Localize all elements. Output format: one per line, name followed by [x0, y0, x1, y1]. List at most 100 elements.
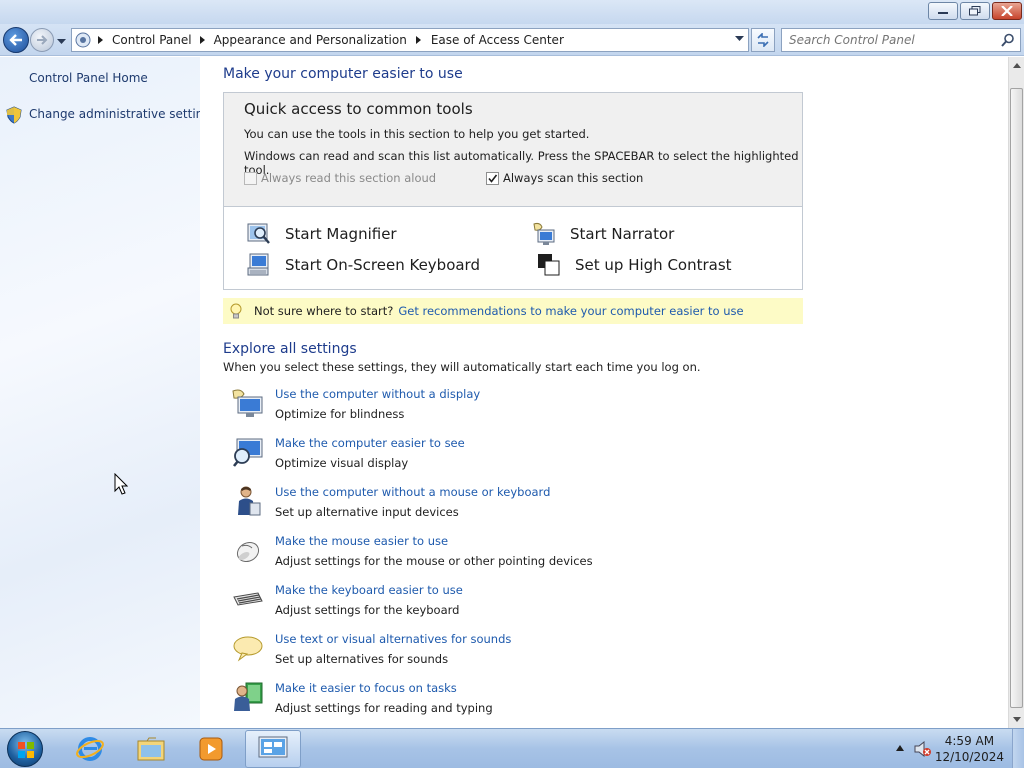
- get-recommendations-link[interactable]: Get recommendations to make your compute…: [398, 304, 743, 318]
- windows-logo-icon: [18, 742, 34, 758]
- start-button[interactable]: [7, 731, 43, 767]
- scan-section-checkbox[interactable]: Always scan this section: [486, 171, 643, 185]
- tool-label: Start Magnifier: [285, 225, 397, 243]
- scroll-up-button[interactable]: [1009, 57, 1024, 74]
- refresh-icon: [757, 33, 769, 47]
- media-player-icon: [199, 737, 223, 761]
- breadcrumb-control-panel[interactable]: Control Panel: [112, 33, 192, 47]
- search-input[interactable]: [782, 29, 992, 51]
- main-content: Make your computer easier to use Quick a…: [200, 57, 1008, 728]
- breadcrumb-label: Ease of Access Center: [430, 33, 564, 47]
- breadcrumb-appearance[interactable]: Appearance and Personalization: [214, 33, 407, 47]
- setting-link[interactable]: Make the mouse easier to use: [275, 534, 448, 548]
- scroll-down-button[interactable]: [1009, 711, 1024, 728]
- setting-link[interactable]: Use the computer without a mouse or keyb…: [275, 485, 550, 499]
- volume-muted-icon[interactable]: [914, 741, 932, 757]
- setting-description: Adjust settings for the mouse or other p…: [275, 554, 593, 568]
- back-arrow-icon: [9, 34, 22, 46]
- navigation-bar: Control Panel Appearance and Personaliza…: [0, 24, 1024, 56]
- on-screen-keyboard-icon: [247, 253, 269, 276]
- high-contrast-icon: [538, 254, 560, 276]
- restore-icon: [969, 6, 981, 16]
- tool-label: Set up High Contrast: [575, 256, 732, 274]
- setting-link[interactable]: Use the computer without a display: [275, 387, 480, 401]
- recommendation-tip-bar: Not sure where to start? Get recommendat…: [223, 298, 803, 324]
- chevron-right-icon[interactable]: [415, 36, 422, 44]
- setting-description: Optimize for blindness: [275, 407, 405, 421]
- clock-date: 12/10/2024: [934, 750, 1004, 764]
- show-desktop-button[interactable]: [1012, 729, 1024, 768]
- start-narrator-link[interactable]: Start Narrator: [532, 222, 674, 246]
- setting-link[interactable]: Use text or visual alternatives for soun…: [275, 632, 511, 646]
- checkbox-box[interactable]: [244, 171, 257, 185]
- start-magnifier-link[interactable]: Start Magnifier: [247, 222, 397, 246]
- minimize-button[interactable]: [928, 2, 958, 20]
- quick-access-panel: Quick access to common tools You can use…: [223, 92, 803, 290]
- windows-explorer-icon: [137, 737, 165, 761]
- read-aloud-checkbox[interactable]: Always read this section aloud: [244, 171, 436, 185]
- control-panel-home-link[interactable]: Control Panel Home: [29, 71, 148, 85]
- setting-description: Optimize visual display: [275, 456, 409, 470]
- title-bar: [0, 0, 1024, 24]
- explore-settings-heading: Explore all settings: [223, 341, 357, 357]
- control-panel-icon: [258, 736, 288, 758]
- address-dropdown-icon[interactable]: [735, 36, 744, 42]
- chevron-down-icon: [57, 39, 66, 44]
- quick-access-header: Quick access to common tools You can use…: [224, 93, 802, 207]
- minimize-icon: [938, 12, 948, 14]
- no-display-icon: [232, 389, 263, 417]
- close-icon: [1001, 6, 1013, 16]
- focus-tasks-icon: [234, 682, 263, 711]
- refresh-button[interactable]: [751, 28, 775, 52]
- mouse-cursor-icon: [114, 473, 128, 495]
- speech-bubble-icon: [233, 636, 263, 662]
- start-on-screen-keyboard-link[interactable]: Start On-Screen Keyboard: [247, 253, 480, 277]
- clock-time: 4:59 AM: [944, 734, 995, 748]
- page-title: Make your computer easier to use: [223, 66, 463, 82]
- taskbar-media-player[interactable]: [183, 730, 239, 768]
- narrator-icon: [533, 222, 555, 245]
- recent-pages-dropdown[interactable]: [57, 34, 66, 48]
- scan-section-label: Always scan this section: [503, 171, 644, 185]
- clock[interactable]: 4:59 AM 12/10/2024: [935, 733, 1004, 765]
- setting-description: Set up alternatives for sounds: [275, 652, 449, 666]
- maximize-button[interactable]: [960, 2, 990, 20]
- back-button[interactable]: [3, 27, 29, 53]
- taskbar-internet-explorer[interactable]: [62, 730, 118, 768]
- setting-description: Adjust settings for the keyboard: [275, 603, 460, 617]
- chevron-right-icon: [98, 36, 103, 44]
- keyboard-icon: [233, 592, 263, 606]
- setting-link[interactable]: Make the computer easier to see: [275, 436, 465, 450]
- show-hidden-icons-icon[interactable]: [896, 745, 904, 751]
- scroll-down-arrow-icon: [1013, 717, 1021, 722]
- mouse-icon: [236, 541, 260, 563]
- checkbox-box[interactable]: [486, 171, 499, 185]
- left-nav-pane: Control Panel Home Change administrative…: [0, 57, 217, 728]
- tool-label: Start Narrator: [570, 225, 675, 243]
- breadcrumb-ease-of-access[interactable]: Ease of Access Center: [431, 33, 564, 47]
- search-box[interactable]: [781, 28, 1021, 52]
- set-up-high-contrast-link[interactable]: Set up High Contrast: [537, 253, 732, 277]
- tool-label: Start On-Screen Keyboard: [285, 256, 480, 274]
- quick-access-title: Quick access to common tools: [244, 100, 473, 118]
- setting-link[interactable]: Make the keyboard easier to use: [275, 583, 463, 597]
- search-icon[interactable]: [1001, 33, 1015, 47]
- address-bar[interactable]: Control Panel Appearance and Personaliza…: [71, 28, 749, 52]
- chevron-right-icon[interactable]: [199, 36, 206, 44]
- checkmark-icon: [488, 174, 498, 183]
- breadcrumb-label: Control Panel: [112, 33, 192, 47]
- quick-access-intro: You can use the tools in this section to…: [244, 127, 590, 141]
- setting-link[interactable]: Make it easier to focus on tasks: [275, 681, 457, 695]
- scrollbar-thumb[interactable]: [1010, 88, 1023, 708]
- close-button[interactable]: [992, 2, 1022, 20]
- forward-button[interactable]: [30, 28, 54, 52]
- vertical-scrollbar[interactable]: [1008, 57, 1024, 728]
- read-aloud-label: Always read this section aloud: [261, 171, 437, 185]
- change-admin-settings-link[interactable]: Change administrative settings: [29, 107, 217, 121]
- taskbar-control-panel[interactable]: [245, 730, 301, 768]
- control-panel-icon: [75, 32, 91, 48]
- internet-explorer-icon: [76, 737, 104, 761]
- magnifier-icon: [247, 223, 270, 244]
- taskbar-windows-explorer[interactable]: [123, 730, 179, 768]
- tip-prefix: Not sure where to start?: [254, 304, 394, 318]
